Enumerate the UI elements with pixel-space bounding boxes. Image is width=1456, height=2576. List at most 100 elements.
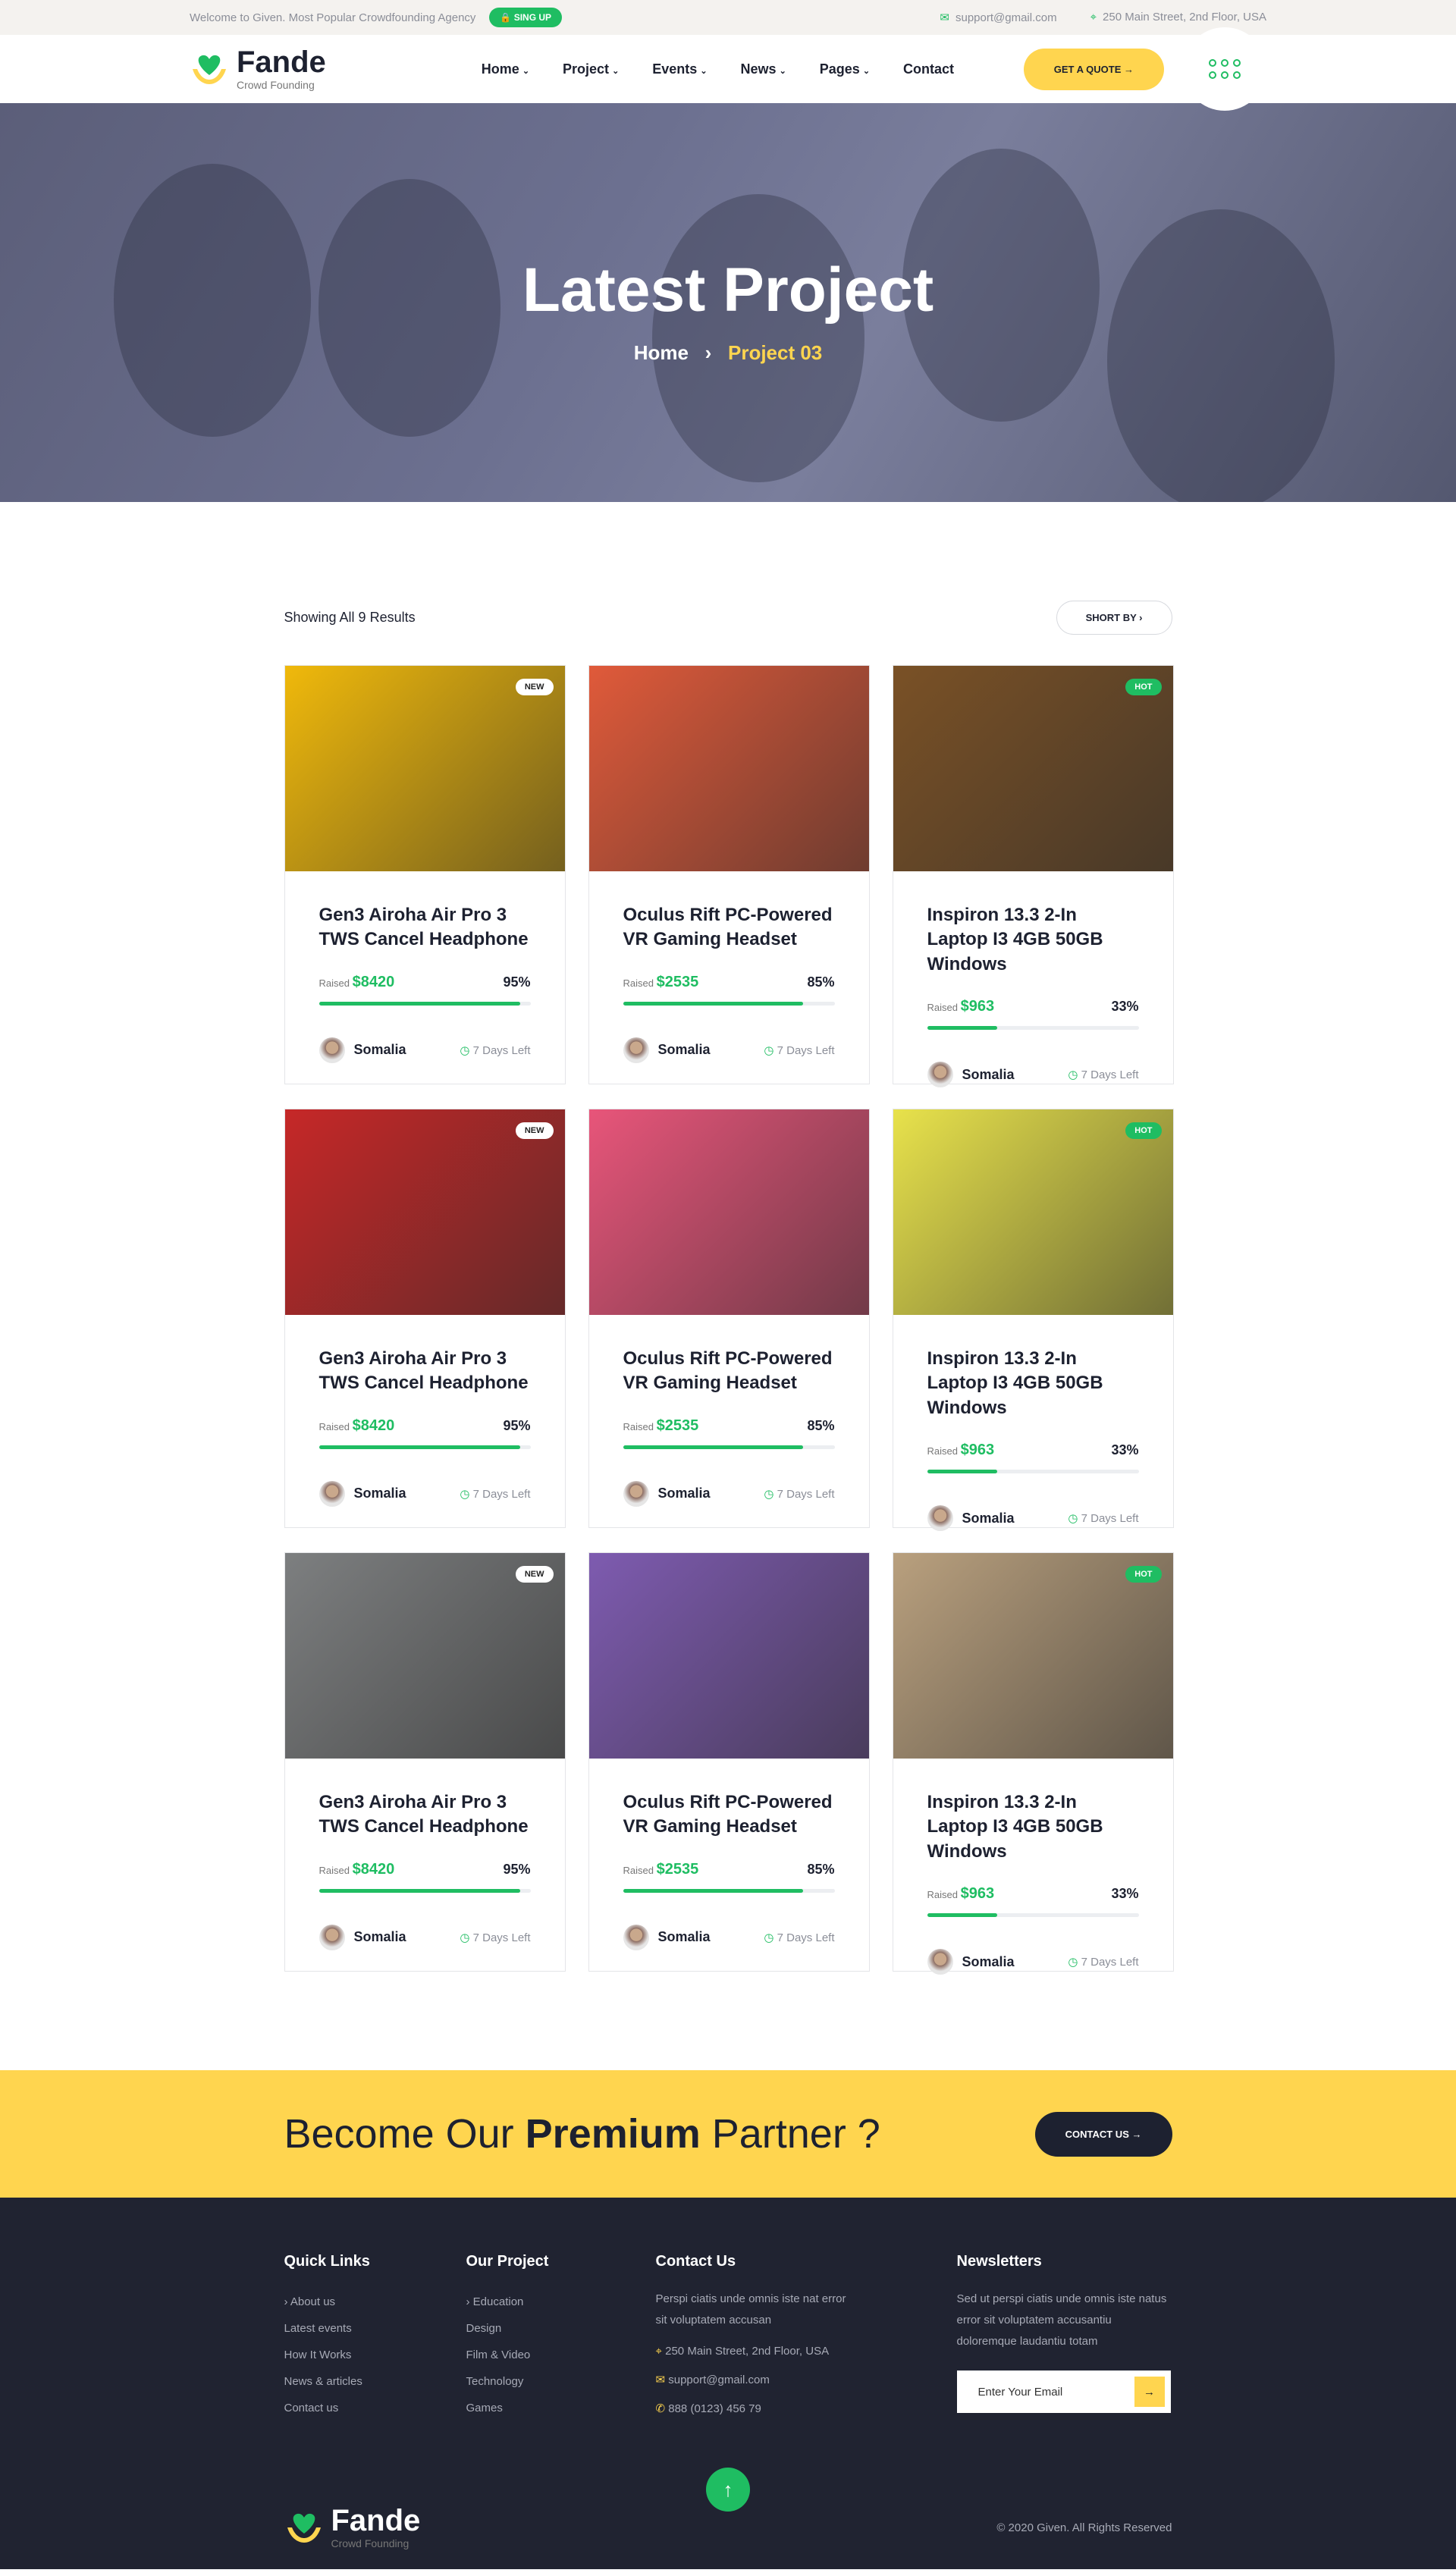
clock-icon: ◷ [1068, 1956, 1078, 1969]
progress-bar [927, 1913, 1139, 1918]
footer: Quick Links › About us Latest events How… [0, 2198, 1456, 2569]
avatar [623, 1924, 649, 1950]
project-card[interactable]: NEW Gen3 Airoha Air Pro 3 TWS Cancel Hea… [284, 665, 566, 1084]
project-image[interactable] [588, 666, 869, 871]
project-badge: HOT [1125, 1122, 1162, 1139]
project-image[interactable]: HOT [893, 1553, 1173, 1759]
logo[interactable]: Fande Crowd Founding [190, 47, 326, 91]
nav-home[interactable]: Home ⌄ [482, 61, 529, 77]
footer-link[interactable]: › About us [284, 2289, 466, 2315]
footer-link[interactable]: Latest events [284, 2315, 466, 2342]
raised-amount: Raised $963 [927, 998, 995, 1015]
project-image[interactable]: NEW [284, 666, 565, 871]
footer-link[interactable]: How It Works [284, 2342, 466, 2368]
arrow-right-icon: → [1131, 2128, 1142, 2140]
breadcrumb-current: Project 03 [727, 341, 823, 364]
footer-link[interactable]: Games [466, 2395, 656, 2421]
signup-button[interactable]: 🔒 SING UP [489, 8, 563, 27]
author[interactable]: Somalia [927, 1062, 1015, 1088]
funded-percent: 33% [1111, 999, 1139, 1015]
footer-link[interactable]: News & articles [284, 2368, 466, 2395]
days-left: ◷ 7 Days Left [1068, 1956, 1139, 1969]
nav-news[interactable]: News ⌄ [741, 61, 786, 77]
footer-logo[interactable]: Fande Crowd Founding [284, 2505, 420, 2549]
funded-percent: 85% [807, 1417, 835, 1433]
nav-events[interactable]: Events ⌄ [652, 61, 707, 77]
project-card[interactable]: NEW Gen3 Airoha Air Pro 3 TWS Cancel Hea… [284, 1109, 566, 1528]
author[interactable]: Somalia [927, 1505, 1015, 1532]
nav-pages[interactable]: Pages ⌄ [820, 61, 870, 77]
mail-icon: ✉ [655, 2374, 666, 2386]
contact-us-button[interactable]: CONTACT US → [1034, 2111, 1172, 2157]
arrow-right-icon[interactable]: → [1134, 2377, 1165, 2407]
quick-links: Quick Links › About us Latest events How… [284, 2253, 466, 2424]
project-title[interactable]: Oculus Rift PC-Powered VR Gaming Headset [623, 1790, 835, 1840]
footer-link[interactable]: Film & Video [466, 2342, 656, 2368]
project-card[interactable]: HOT Inspiron 13.3 2-In Laptop I3 4GB 50G… [892, 1109, 1174, 1532]
clock-icon: ◷ [1068, 1512, 1078, 1526]
funded-percent: 33% [1111, 1442, 1139, 1458]
project-card[interactable]: HOT Inspiron 13.3 2-In Laptop I3 4GB 50G… [892, 1552, 1174, 1975]
project-card[interactable]: HOT Inspiron 13.3 2-In Laptop I3 4GB 50G… [892, 665, 1174, 1088]
footer-link[interactable]: › Education [466, 2289, 656, 2315]
clock-icon: ◷ [460, 1487, 470, 1501]
footer-link[interactable]: Technology [466, 2368, 656, 2395]
project-card[interactable]: Oculus Rift PC-Powered VR Gaming Headset… [588, 1552, 870, 1972]
author[interactable]: Somalia [318, 1924, 406, 1950]
project-card[interactable]: Oculus Rift PC-Powered VR Gaming Headset… [588, 1109, 870, 1528]
arrow-right-icon: → [1124, 63, 1134, 75]
raised-amount: Raised $963 [927, 1885, 995, 1903]
footer-email[interactable]: ✉ support@gmail.com [656, 2366, 957, 2395]
project-title[interactable]: Oculus Rift PC-Powered VR Gaming Headset [623, 1347, 835, 1396]
author[interactable]: Somalia [927, 1949, 1015, 1975]
nav-contact[interactable]: Contact [903, 61, 954, 77]
days-left: ◷ 7 Days Left [460, 1931, 531, 1944]
project-title[interactable]: Gen3 Airoha Air Pro 3 TWS Cancel Headpho… [319, 1790, 531, 1840]
footer-phone[interactable]: ✆ 888 (0123) 456 79 [656, 2395, 957, 2424]
sort-button[interactable]: SHORT BY › [1056, 601, 1172, 635]
project-title[interactable]: Inspiron 13.3 2-In Laptop I3 4GB 50GB Wi… [927, 1347, 1139, 1420]
clock-icon: ◷ [460, 1931, 470, 1944]
project-image[interactable]: NEW [284, 1109, 565, 1315]
avatar [623, 1480, 649, 1507]
project-image[interactable]: HOT [893, 666, 1173, 871]
footer-link[interactable]: Design [466, 2315, 656, 2342]
author[interactable]: Somalia [318, 1480, 406, 1507]
days-left: ◷ 7 Days Left [460, 1043, 531, 1057]
project-image[interactable]: NEW [284, 1553, 565, 1759]
project-image[interactable] [588, 1109, 869, 1315]
author[interactable]: Somalia [623, 1924, 711, 1950]
author[interactable]: Somalia [623, 1037, 711, 1063]
raised-amount: Raised $2535 [623, 1417, 699, 1434]
newsletter-email-input[interactable]: Enter Your Email → [956, 2370, 1171, 2413]
project-grid: NEW Gen3 Airoha Air Pro 3 TWS Cancel Hea… [284, 665, 1174, 1975]
author[interactable]: Somalia [623, 1480, 711, 1507]
progress-bar [623, 1001, 835, 1006]
project-card[interactable]: NEW Gen3 Airoha Air Pro 3 TWS Cancel Hea… [284, 1552, 566, 1972]
author[interactable]: Somalia [318, 1037, 406, 1063]
avatar [927, 1949, 953, 1975]
grid-menu-button[interactable] [1183, 27, 1266, 111]
avatar [318, 1480, 345, 1507]
project-card[interactable]: Oculus Rift PC-Powered VR Gaming Headset… [588, 665, 870, 1084]
project-title[interactable]: Inspiron 13.3 2-In Laptop I3 4GB 50GB Wi… [927, 903, 1139, 977]
avatar [318, 1924, 345, 1950]
get-quote-button[interactable]: GET A QUOTE → [1023, 48, 1164, 90]
nav-project[interactable]: Project ⌄ [563, 61, 619, 77]
chevron-down-icon: ⌄ [862, 66, 871, 76]
days-left: ◷ 7 Days Left [1068, 1068, 1139, 1082]
project-title[interactable]: Oculus Rift PC-Powered VR Gaming Headset [623, 903, 835, 952]
partner-cta: Become Our Premium Partner ? CONTACT US … [0, 2070, 1456, 2198]
project-image[interactable]: HOT [893, 1109, 1173, 1315]
chevron-down-icon: ⌄ [700, 66, 708, 76]
footer-link[interactable]: Contact us [284, 2395, 466, 2421]
project-badge: NEW [515, 1122, 554, 1139]
project-image[interactable] [588, 1553, 869, 1759]
project-title[interactable]: Inspiron 13.3 2-In Laptop I3 4GB 50GB Wi… [927, 1790, 1139, 1864]
project-title[interactable]: Gen3 Airoha Air Pro 3 TWS Cancel Headpho… [319, 903, 531, 952]
breadcrumb-home[interactable]: Home [634, 341, 689, 364]
project-badge: NEW [515, 1566, 554, 1583]
topbar-email[interactable]: ✉ support@gmail.com [940, 11, 1056, 24]
menu: Home ⌄ Project ⌄ Events ⌄ News ⌄ Pages ⌄ Cont… [482, 61, 954, 77]
project-title[interactable]: Gen3 Airoha Air Pro 3 TWS Cancel Headpho… [319, 1347, 531, 1396]
